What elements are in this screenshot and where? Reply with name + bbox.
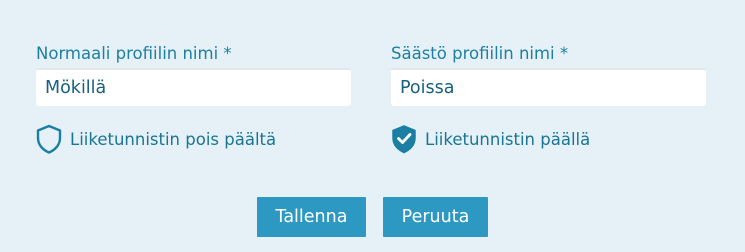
cancel-button[interactable]: Peruuta: [383, 197, 488, 237]
save-button[interactable]: Tallenna: [257, 197, 366, 237]
normal-profile-name-input[interactable]: [36, 68, 351, 106]
normal-profile-name-label: Normaali profiilin nimi *: [36, 44, 232, 63]
saving-profile-name-label: Säästö profiilin nimi *: [391, 44, 569, 63]
shield-outline-icon: [36, 124, 62, 154]
saving-profile-name-input[interactable]: [391, 68, 706, 106]
normal-motion-sensor-label: Liiketunnistin pois päältä: [70, 129, 277, 149]
saving-motion-sensor-toggle[interactable]: Liiketunnistin päällä: [391, 124, 590, 154]
saving-motion-sensor-label: Liiketunnistin päällä: [425, 129, 591, 149]
normal-motion-sensor-toggle[interactable]: Liiketunnistin pois päältä: [36, 124, 276, 154]
shield-check-icon: [391, 124, 417, 154]
